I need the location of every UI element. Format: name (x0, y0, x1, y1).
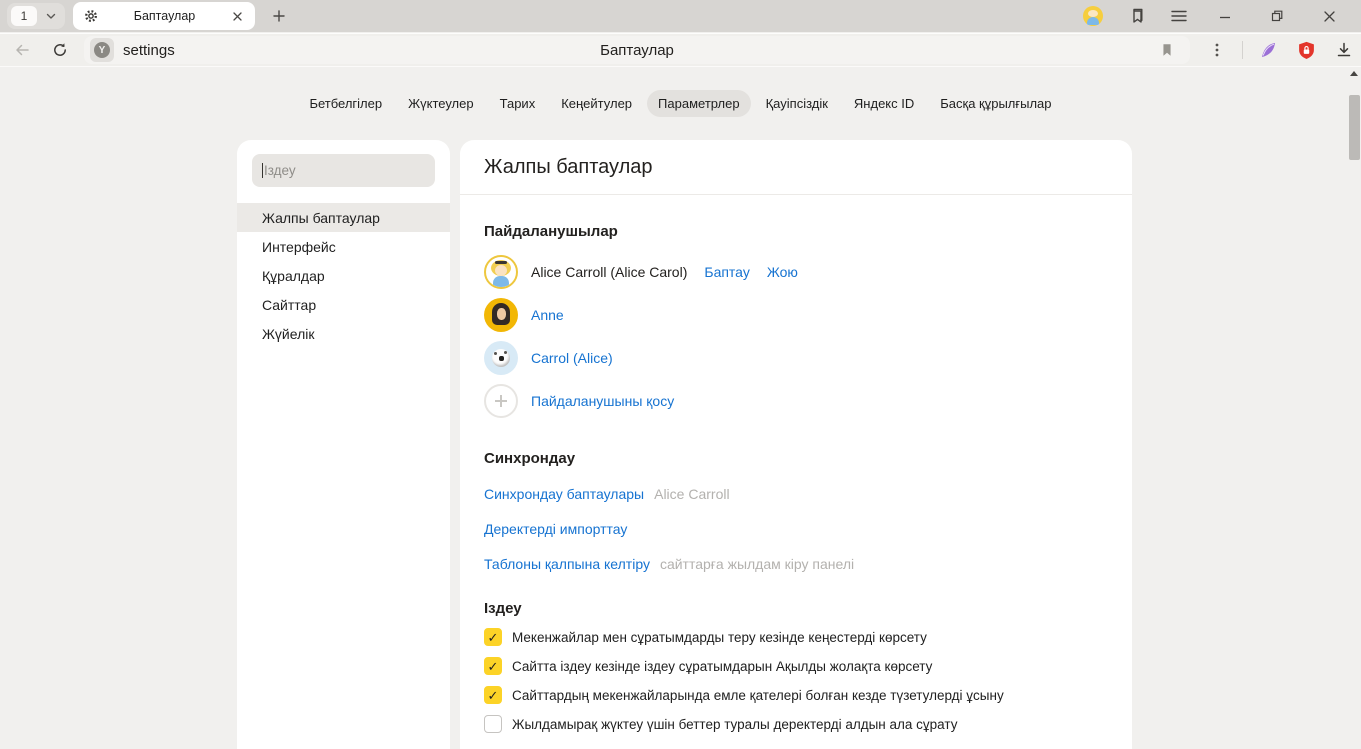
content-header: Жалпы баптаулар (460, 140, 1132, 195)
yandex-favicon: Y (94, 42, 110, 58)
kebab-menu-icon[interactable] (1200, 36, 1234, 64)
search-option-spelling[interactable]: Сайттардың мекенжайларында емле қателері… (484, 686, 1108, 704)
restore-tableau-link[interactable]: Таблоны қалпына келтіру (484, 556, 650, 572)
page-title-center: Баптаулар (84, 42, 1190, 59)
add-user-plus-icon[interactable] (484, 384, 518, 418)
close-window-icon[interactable] (1315, 2, 1343, 30)
protect-shield-icon[interactable] (1289, 36, 1323, 64)
sync-section: Синхрондау Синхрондау баптаулары Alice C… (460, 450, 1132, 572)
anne-avatar[interactable] (484, 298, 518, 332)
gear-icon (83, 8, 99, 24)
download-icon[interactable] (1327, 36, 1361, 64)
restore-tableau-row: Таблоны қалпына келтіру сайттарға жылдам… (484, 556, 1108, 572)
nav-tab-other-devices[interactable]: Басқа құрылғылар (929, 90, 1062, 117)
sync-settings-row: Синхрондау баптаулары Alice Carroll (484, 486, 1108, 502)
checkbox[interactable] (484, 657, 502, 675)
search-option-site-queries[interactable]: Сайтта іздеу кезінде іздеу сұратымдарын … (484, 657, 1108, 675)
nav-tab-bookmarks[interactable]: Бетбелгілер (298, 90, 393, 117)
restore-window-icon[interactable] (1263, 2, 1291, 30)
text-caret (262, 163, 263, 178)
new-tab-button[interactable] (267, 4, 291, 28)
feather-extension-icon[interactable] (1251, 36, 1285, 64)
sidebar-item-system[interactable]: Жүйелік (237, 319, 450, 348)
soccer-ball-avatar[interactable] (484, 341, 518, 375)
sidebar-item-sites[interactable]: Сайттар (237, 290, 450, 319)
tableau-note: сайттарға жылдам кіру панелі (660, 556, 854, 572)
checkbox-label: Жылдамырақ жүктеу үшін беттер туралы дер… (512, 717, 957, 732)
sync-settings-link[interactable]: Синхрондау баптаулары (484, 486, 644, 502)
delete-user-link[interactable]: Жою (767, 264, 798, 280)
minimize-icon[interactable] (1211, 2, 1239, 30)
nav-tab-history[interactable]: Тарих (489, 90, 547, 117)
user-name: Alice Carroll (Alice Carol) (531, 264, 687, 280)
user-row-anne: Anne (484, 293, 1108, 336)
sidebar-item-tools[interactable]: Құралдар (237, 261, 450, 290)
chevron-down-icon[interactable] (45, 10, 57, 22)
checkbox[interactable] (484, 628, 502, 646)
settings-nav: Бетбелгілер Жүктеулер Тарих Кеңейтулер П… (0, 90, 1361, 117)
active-tab[interactable]: Баптаулар (73, 2, 255, 30)
search-heading: Іздеу (484, 600, 1108, 617)
search-option-prefetch[interactable]: Жылдамырақ жүктеу үшін беттер туралы дер… (484, 715, 1108, 733)
add-user-link[interactable]: Пайдаланушыны қосу (531, 393, 674, 409)
profile-avatar[interactable] (1083, 6, 1103, 26)
user-row-carrol: Carrol (Alice) (484, 336, 1108, 379)
sidebar-item-general[interactable]: Жалпы баптаулар (237, 203, 450, 232)
user-row-alice: Alice Carroll (Alice Carol) Баптау Жою (484, 250, 1108, 293)
import-data-row: Деректерді импорттау (484, 521, 1108, 537)
checkbox-label: Мекенжайлар мен сұратымдарды теру кезінд… (512, 630, 927, 645)
address-bar[interactable]: Y settings Баптаулар (84, 36, 1190, 64)
nav-tab-extensions[interactable]: Кеңейтулер (550, 90, 643, 117)
search-settings-section: Іздеу Мекенжайлар мен сұратымдарды теру … (460, 600, 1132, 749)
browser-toolbar: Y settings Баптаулар (0, 33, 1361, 67)
user-link[interactable]: Carrol (Alice) (531, 350, 613, 366)
tab-panels-icon[interactable] (1127, 6, 1147, 26)
search-placeholder: Іздеу (264, 163, 296, 178)
import-data-link[interactable]: Деректерді импорттау (484, 521, 627, 537)
nav-tab-settings[interactable]: Параметрлер (647, 90, 751, 117)
site-icon-chip[interactable]: Y (90, 38, 114, 62)
sync-account-note: Alice Carroll (654, 486, 729, 502)
settings-content: Жалпы баптаулар Пайдаланушылар Alice Car… (460, 140, 1132, 749)
search-input[interactable]: Іздеу (252, 154, 435, 187)
toolbar-divider (1242, 41, 1243, 59)
checkbox-label: Сайттардың мекенжайларында емле қателері… (512, 688, 1004, 703)
checkbox-label: Сайтта іздеу кезінде іздеу сұратымдарын … (512, 659, 932, 674)
configure-user-link[interactable]: Баптау (704, 264, 749, 280)
tab-group-control[interactable]: 1 (7, 3, 65, 29)
reload-icon[interactable] (44, 36, 76, 64)
settings-sidebar: Іздеу Жалпы баптаулар Интерфейс Құралдар… (237, 140, 450, 749)
tab-title: Баптаулар (99, 9, 230, 23)
checkbox[interactable] (484, 686, 502, 704)
page-title: Жалпы баптаулар (484, 156, 653, 179)
user-link[interactable]: Anne (531, 307, 564, 323)
scrollbar-up-arrow[interactable] (1350, 71, 1358, 76)
sidebar-item-interface[interactable]: Интерфейс (237, 232, 450, 261)
nav-tab-downloads[interactable]: Жүктеулер (397, 90, 485, 117)
bookmark-flag-icon[interactable] (1150, 36, 1184, 64)
alice-avatar[interactable] (484, 255, 518, 289)
nav-tab-yandex-id[interactable]: Яндекс ID (843, 90, 925, 117)
menu-icon[interactable] (1171, 9, 1187, 23)
tab-count-badge[interactable]: 1 (11, 6, 37, 26)
search-option-suggestions[interactable]: Мекенжайлар мен сұратымдарды теру кезінд… (484, 628, 1108, 646)
tab-strip: 1 Баптаулар (0, 0, 1361, 32)
back-icon[interactable] (6, 36, 38, 64)
tab-close-icon[interactable] (230, 9, 245, 24)
scrollbar-thumb[interactable] (1349, 95, 1360, 160)
checkbox[interactable] (484, 715, 502, 733)
toolbar-extensions (1200, 36, 1361, 64)
add-user-row[interactable]: Пайдаланушыны қосу (484, 379, 1108, 422)
tabbar-right-controls (1083, 2, 1361, 30)
url-text[interactable]: settings (123, 42, 175, 59)
nav-tab-security[interactable]: Қауіпсіздік (755, 90, 839, 117)
users-heading: Пайдаланушылар (484, 223, 1108, 240)
users-section: Пайдаланушылар Alice Carroll (Alice Caro… (460, 223, 1132, 422)
sync-heading: Синхрондау (484, 450, 1108, 467)
